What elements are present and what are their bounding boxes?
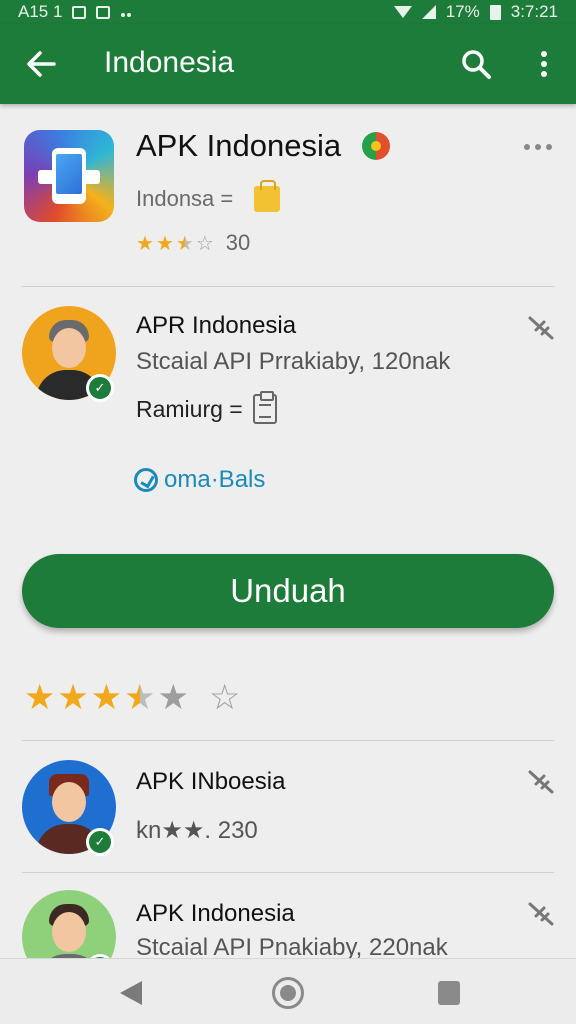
list-item-title[interactable]: APK Indonesia [136, 900, 295, 928]
list-item-title[interactable]: APK INboesia [136, 768, 285, 796]
check-circle-icon [134, 468, 158, 492]
featured-app-subtitle: Indonsa = [136, 186, 234, 211]
status-carrier: A15 1 [18, 2, 63, 21]
star-icon[interactable]: ★ [57, 680, 88, 716]
phone-icon [52, 148, 86, 204]
more-notifications-icon [120, 2, 132, 22]
status-bar: A15 1 17% 3:7:21 [0, 0, 576, 24]
signal-icon [421, 5, 436, 19]
star-empty-icon[interactable]: ☆ [209, 680, 240, 716]
status-time: 3:7:21 [510, 2, 558, 21]
star-half-icon[interactable]: ★ [124, 680, 155, 716]
page-title: Indonesia [104, 46, 235, 79]
download-button[interactable]: Unduah [22, 554, 554, 628]
mute-icon[interactable] [526, 898, 556, 928]
star-icon: ★ [155, 232, 174, 255]
nav-recents-icon[interactable] [438, 981, 460, 1005]
notification-icon [96, 5, 111, 19]
featured-rating: ★ ★ ★ ☆ 30 [136, 230, 250, 256]
star-grey-icon[interactable]: ★ [158, 680, 189, 716]
verified-check-icon: ✓ [86, 828, 114, 856]
category-text: Ramiurg = [136, 395, 243, 422]
star-empty-icon: ☆ [195, 232, 214, 255]
developer-link[interactable]: oma·Bals [134, 466, 265, 494]
app-icon-decor [84, 170, 100, 184]
developer-link-text[interactable]: oma·Bals [164, 466, 265, 494]
list-item-title[interactable]: APR Indonesia [136, 312, 296, 340]
nav-back-icon[interactable] [120, 981, 142, 1005]
overall-rating[interactable]: ★ ★ ★ ★ ★ ☆ [24, 680, 240, 716]
verified-check-icon: ✓ [86, 374, 114, 402]
star-icon[interactable]: ★ [91, 680, 122, 716]
shopping-bag-icon [254, 180, 280, 212]
star-icon: ★ [136, 232, 154, 255]
divider [22, 872, 554, 873]
divider [22, 286, 554, 287]
notification-icon [72, 5, 87, 19]
more-vert-icon[interactable] [532, 48, 556, 80]
back-arrow-icon[interactable] [26, 50, 56, 78]
divider [22, 740, 554, 741]
verified-badge-icon [362, 132, 390, 160]
mute-icon[interactable] [526, 766, 556, 796]
star-half-icon: ★ [175, 232, 194, 255]
mute-icon[interactable] [526, 312, 556, 342]
nav-home-icon[interactable] [272, 977, 304, 1009]
list-item-subtitle: Stcaial API Prrakiaby, 120nak [136, 348, 451, 375]
clipboard-icon [252, 391, 277, 424]
list-item-subtitle: kn★★. 230 [136, 817, 258, 844]
featured-app-title[interactable]: APK Indonesia [136, 128, 341, 164]
search-icon[interactable] [460, 48, 492, 80]
system-nav-bar [0, 958, 576, 1024]
battery-percent: 17% [445, 2, 480, 21]
more-options-icon[interactable] [524, 140, 554, 154]
rating-count: 30 [225, 230, 251, 255]
app-icon[interactable] [24, 130, 114, 222]
category-label: Ramiurg = [136, 391, 277, 424]
star-icon[interactable]: ★ [24, 680, 55, 716]
app-bar: Indonesia [0, 24, 576, 104]
battery-icon [489, 4, 501, 20]
wifi-icon [393, 6, 412, 18]
